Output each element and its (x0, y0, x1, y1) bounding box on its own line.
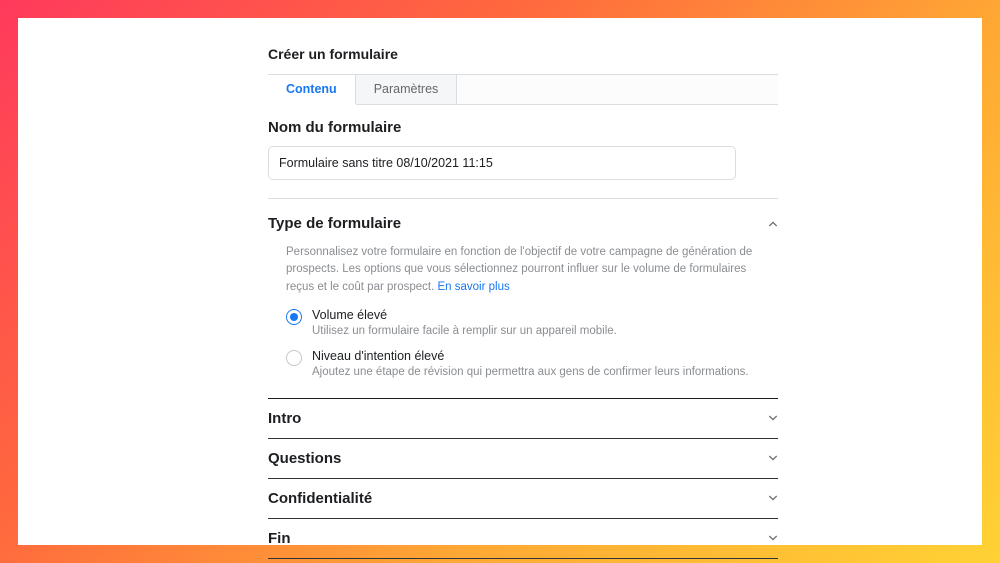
radio-option-high-intent[interactable]: Niveau d'intention élevé Ajoutez une éta… (286, 349, 760, 378)
tab-content[interactable]: Contenu (268, 75, 356, 105)
form-name-input[interactable] (268, 146, 736, 180)
radio-title-high-volume: Volume élevé (312, 308, 617, 322)
form-name-label: Nom du formulaire (268, 119, 778, 136)
form-name-section: Nom du formulaire (268, 105, 778, 190)
tab-settings[interactable]: Paramètres (356, 75, 458, 104)
form-type-description: Personnalisez votre formulaire en foncti… (286, 246, 752, 293)
chevron-down-icon (768, 413, 778, 423)
radio-labels: Niveau d'intention élevé Ajoutez une éta… (312, 349, 749, 378)
section-intro-title: Intro (268, 410, 301, 427)
chevron-down-icon (768, 493, 778, 503)
section-intro: Intro (268, 399, 778, 439)
radio-dot-icon (286, 309, 302, 325)
section-end: Fin (268, 519, 778, 559)
section-questions-title: Questions (268, 450, 341, 467)
radio-sub-high-volume: Utilisez un formulaire facile à remplir … (312, 325, 617, 337)
section-questions: Questions (268, 439, 778, 479)
section-privacy: Confidentialité (268, 479, 778, 519)
form-type-radio-group: Volume élevé Utilisez un formulaire faci… (268, 306, 778, 398)
chevron-up-icon (768, 219, 778, 229)
form-type-section: Type de formulaire Personnalisez votre f… (268, 199, 778, 398)
radio-labels: Volume élevé Utilisez un formulaire faci… (312, 308, 617, 337)
radio-sub-high-intent: Ajoutez une étape de révision qui permet… (312, 366, 749, 378)
learn-more-link[interactable]: En savoir plus (438, 281, 510, 293)
tab-row: Contenu Paramètres (268, 74, 778, 105)
content-column: Créer un formulaire Contenu Paramètres N… (268, 46, 778, 559)
section-privacy-header[interactable]: Confidentialité (268, 479, 778, 518)
section-privacy-title: Confidentialité (268, 490, 372, 507)
form-builder-canvas: Créer un formulaire Contenu Paramètres N… (18, 18, 982, 545)
form-type-header[interactable]: Type de formulaire (268, 213, 778, 244)
section-intro-header[interactable]: Intro (268, 399, 778, 438)
radio-title-high-intent: Niveau d'intention élevé (312, 349, 749, 363)
radio-option-high-volume[interactable]: Volume élevé Utilisez un formulaire faci… (286, 308, 760, 337)
section-end-title: Fin (268, 530, 291, 547)
chevron-down-icon (768, 533, 778, 543)
form-type-description-block: Personnalisez votre formulaire en foncti… (268, 244, 778, 306)
radio-dot-icon (286, 350, 302, 366)
page-title: Créer un formulaire (268, 46, 778, 62)
chevron-down-icon (768, 453, 778, 463)
form-type-label: Type de formulaire (268, 215, 401, 232)
section-end-header[interactable]: Fin (268, 519, 778, 558)
section-questions-header[interactable]: Questions (268, 439, 778, 478)
